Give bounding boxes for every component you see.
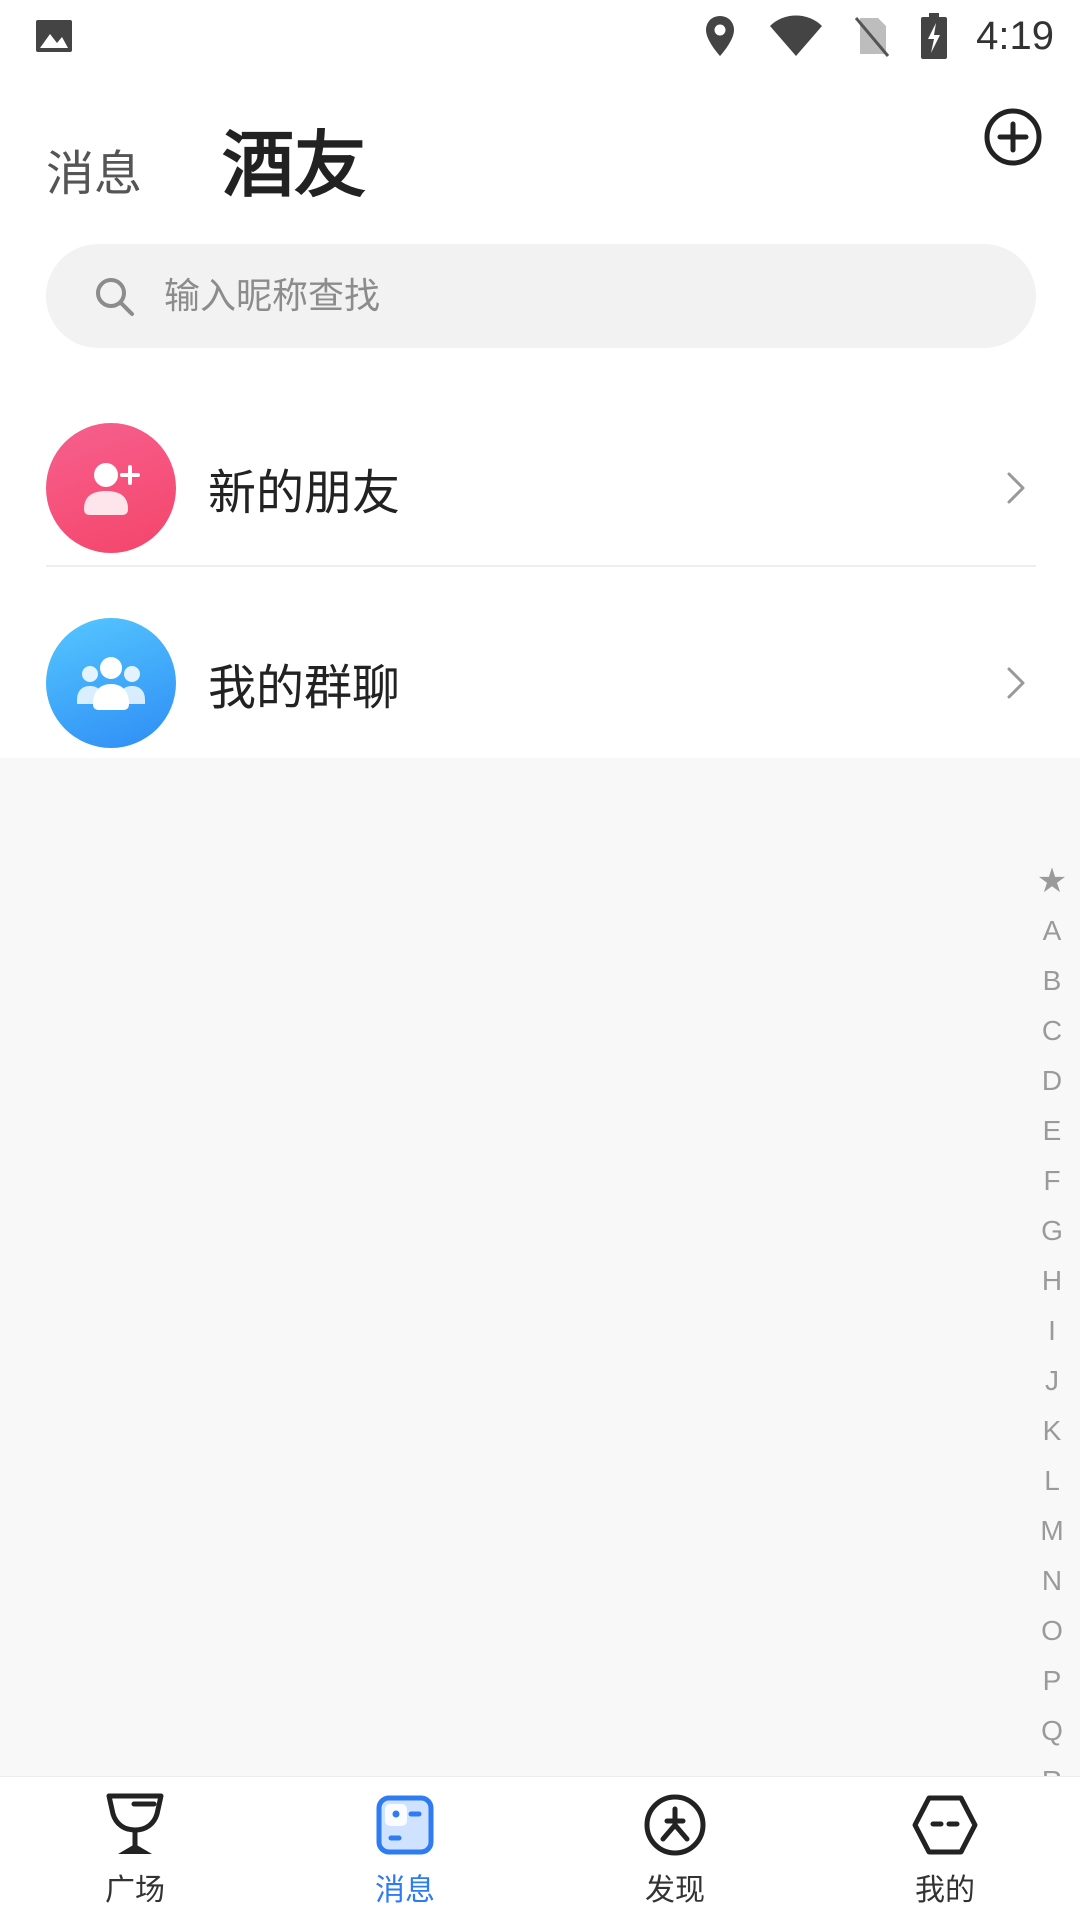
index-letter-e[interactable]: E — [1030, 1106, 1074, 1156]
index-letter-n[interactable]: N — [1030, 1556, 1074, 1606]
message-icon — [371, 1791, 439, 1859]
search-input[interactable] — [164, 275, 984, 317]
nav-discover[interactable]: 发现 — [540, 1777, 810, 1920]
compass-icon — [641, 1791, 709, 1859]
group-icon — [46, 618, 176, 748]
nav-square[interactable]: 广场 — [0, 1777, 270, 1920]
index-letter-b[interactable]: B — [1030, 956, 1074, 1006]
add-button[interactable] — [982, 108, 1044, 170]
add-friend-icon — [46, 423, 176, 553]
location-icon — [700, 14, 740, 58]
my-groups-item[interactable]: 我的群聊 — [0, 593, 1080, 773]
image-icon — [34, 16, 74, 56]
search-box[interactable] — [46, 244, 1036, 348]
index-letter-p[interactable]: P — [1030, 1656, 1074, 1706]
nav-profile[interactable]: 我的 — [810, 1777, 1080, 1920]
index-letter-q[interactable]: Q — [1030, 1706, 1074, 1756]
index-letter-h[interactable]: H — [1030, 1256, 1074, 1306]
index-letter-j[interactable]: J — [1030, 1356, 1074, 1406]
index-letter-m[interactable]: M — [1030, 1506, 1074, 1556]
no-sim-icon — [852, 14, 892, 58]
index-letter-star[interactable]: ★ — [1030, 856, 1074, 906]
search-icon — [86, 268, 142, 324]
index-letter-f[interactable]: F — [1030, 1156, 1074, 1206]
profile-hexagon-icon — [911, 1791, 979, 1859]
alphabet-index[interactable]: ★ A B C D E F G H I J K L M N O P Q R — [1030, 856, 1074, 1776]
header: 消息 酒友 — [0, 72, 1080, 232]
wine-glass-icon — [101, 1791, 169, 1859]
nav-discover-label: 发现 — [645, 1873, 705, 1908]
bottom-nav: 广场 消息 发现 我的 — [0, 1776, 1080, 1920]
index-letter-g[interactable]: G — [1030, 1206, 1074, 1256]
index-letter-i[interactable]: I — [1030, 1306, 1074, 1356]
status-icons: 4:19 — [700, 10, 1054, 62]
index-letter-k[interactable]: K — [1030, 1406, 1074, 1456]
chevron-right-icon — [1002, 468, 1030, 508]
my-groups-label: 我的群聊 — [208, 660, 401, 716]
tab-messages[interactable]: 消息 — [46, 134, 142, 204]
index-letter-c[interactable]: C — [1030, 1006, 1074, 1056]
nav-messages[interactable]: 消息 — [270, 1777, 540, 1920]
nav-profile-label: 我的 — [915, 1873, 975, 1908]
friends-screen: 4:19 消息 酒友 输入昵称查找 新的朋友 我的群聊 ★ A B C D E … — [0, 0, 1080, 1920]
divider — [46, 565, 1036, 567]
index-letter-a[interactable]: A — [1030, 906, 1074, 956]
status-bar: 4:19 — [0, 0, 1080, 72]
index-letter-r[interactable]: R — [1030, 1756, 1074, 1776]
tab-friends[interactable]: 酒友 — [222, 106, 366, 211]
wifi-icon — [768, 14, 824, 58]
nav-messages-label: 消息 — [375, 1873, 435, 1908]
chevron-right-icon — [1002, 663, 1030, 703]
contact-menu-list: 新的朋友 我的群聊 — [0, 380, 1080, 758]
index-letter-o[interactable]: O — [1030, 1606, 1074, 1656]
search-area — [0, 232, 1080, 380]
battery-charging-icon — [920, 13, 948, 59]
status-time: 4:19 — [976, 13, 1054, 58]
add-circle-icon — [983, 107, 1043, 171]
new-friends-item[interactable]: 新的朋友 — [0, 398, 1080, 578]
index-letter-l[interactable]: L — [1030, 1456, 1074, 1506]
new-friends-label: 新的朋友 — [208, 465, 401, 521]
index-letter-d[interactable]: D — [1030, 1056, 1074, 1106]
nav-square-label: 广场 — [105, 1873, 165, 1908]
